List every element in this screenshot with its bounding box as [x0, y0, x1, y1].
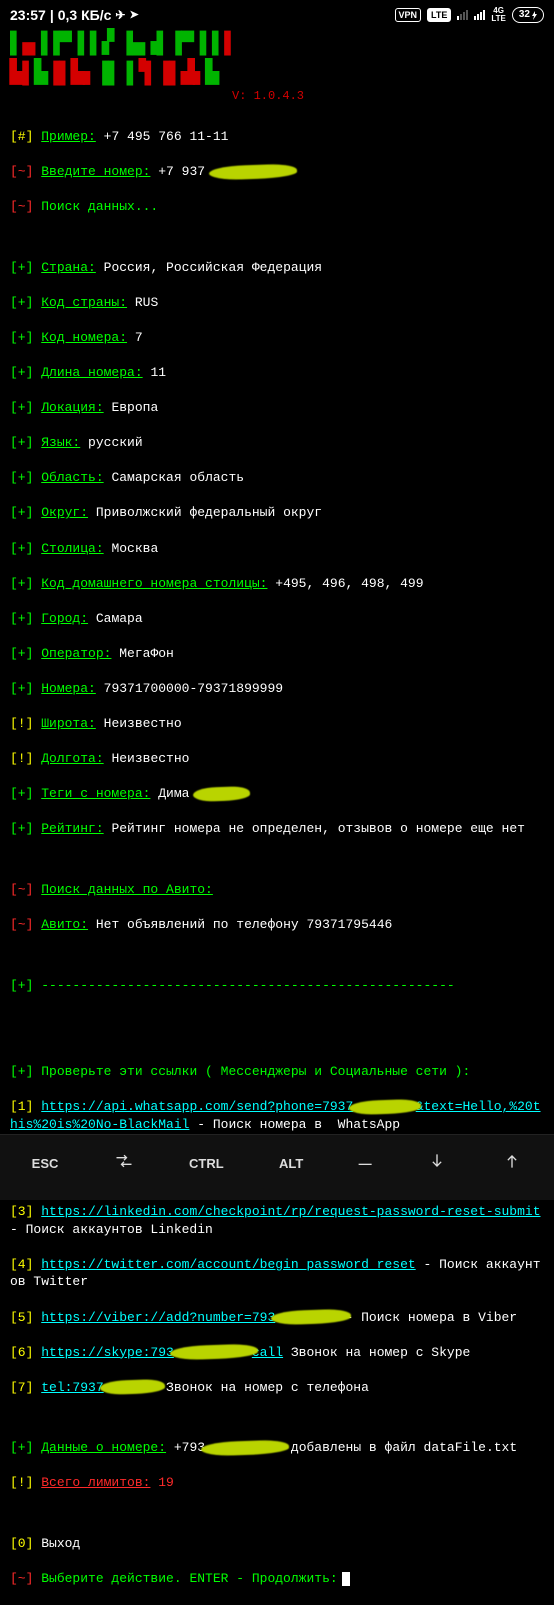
key-esc[interactable]: ESC	[26, 1151, 65, 1177]
redacted	[353, 1098, 415, 1116]
redacted	[174, 1344, 252, 1362]
link-1: [1] https://api.whatsapp.com/send?phone=…	[10, 1098, 544, 1133]
status-right: VPN LTE 4G LTE 32	[395, 7, 545, 23]
net-speed: 0,3 КБ/с	[58, 6, 112, 25]
keyboard-accessory: ESC CTRL ALT —	[0, 1134, 554, 1200]
field-oblast: [+] Область: Самарская область	[10, 469, 544, 487]
redacted	[275, 1309, 345, 1327]
line-searching: [~] Поиск данных...	[10, 198, 544, 216]
bolt-icon	[532, 11, 537, 20]
key-tab-icon[interactable]	[108, 1147, 140, 1180]
link-4: [4] https://twitter.com/account/begin_pa…	[10, 1256, 544, 1291]
arrow-icon: ➤	[129, 8, 138, 23]
link-skype[interactable]: https://skype:793 call	[41, 1345, 283, 1360]
line-input-prompt: [~] Введите номер: +7 937	[10, 163, 544, 181]
key-up-icon[interactable]	[496, 1147, 528, 1180]
root-icon: ✈	[115, 7, 125, 23]
avito-search: [~] Поиск данных по Авито:	[10, 881, 544, 899]
separator: |	[50, 6, 54, 25]
key-ctrl[interactable]: CTRL	[183, 1151, 230, 1177]
choose-line[interactable]: [~] Выберите действие. ENTER - Продолжит…	[10, 1570, 544, 1588]
vpn-badge: VPN	[395, 8, 422, 22]
battery-indicator: 32	[512, 7, 544, 23]
field-range: [+] Номера: 79371700000-79371899999	[10, 680, 544, 698]
app-logo: ▌▄▐▐▀▐▐▗▘▐▄▗▌▐▀▐▐▐ ▙▌▙▐▌▙▖▐▌▐▝▌▐▌▟▖▙	[0, 27, 554, 88]
field-lang: [+] Язык: русский	[10, 434, 544, 452]
status-left: 23:57 | 0,3 КБ/с ✈ ➤	[10, 6, 139, 25]
redacted	[213, 163, 291, 181]
field-city: [+] Город: Самара	[10, 610, 544, 628]
field-home-code: [+] Код домашнего номера столицы: +495, …	[10, 575, 544, 593]
signal-2-icon	[474, 10, 485, 20]
links-heading: [+] Проверьте эти ссылки ( Мессенджеры и…	[10, 1063, 544, 1081]
redacted	[205, 1439, 283, 1457]
field-location: [+] Локация: Европа	[10, 399, 544, 417]
link-viber[interactable]: https://viber://add?number=793	[41, 1310, 345, 1325]
field-okrug: [+] Округ: Приволжский федеральный округ	[10, 504, 544, 522]
field-lon: [!] Долгота: Неизвестно	[10, 750, 544, 768]
field-lat: [!] Широта: Неизвестно	[10, 715, 544, 733]
saved-line: [+] Данные о номере: +793 добавлены в фа…	[10, 1439, 544, 1457]
field-country-code: [+] Код страны: RUS	[10, 294, 544, 312]
line-example: [#] Пример: +7 495 766 11-11	[10, 128, 544, 146]
key-alt[interactable]: ALT	[273, 1151, 309, 1177]
key-down-icon[interactable]	[421, 1147, 453, 1180]
terminal-output: [#] Пример: +7 495 766 11-11 [~] Введите…	[0, 110, 554, 1605]
link-7: [7] tel:7937 Звонок на номер с телефона	[10, 1379, 544, 1397]
field-operator: [+] Оператор: МегаФон	[10, 645, 544, 663]
app-version: V: 1.0.4.3	[232, 88, 554, 110]
exit-line: [0] Выход	[10, 1535, 544, 1553]
link-twitter[interactable]: https://twitter.com/account/begin_passwo…	[41, 1257, 415, 1272]
limits-line: [!] Всего лимитов: 19	[10, 1474, 544, 1492]
link-linkedin[interactable]: https://linkedin.com/checkpoint/rp/reque…	[41, 1204, 540, 1219]
link-5: [5] https://viber://add?number=793 - Пои…	[10, 1309, 544, 1327]
clock: 23:57	[10, 6, 46, 25]
divider: [+] ------------------------------------…	[10, 977, 544, 995]
redacted	[197, 785, 244, 803]
status-bar: 23:57 | 0,3 КБ/с ✈ ➤ VPN LTE 4G LTE 32	[0, 0, 554, 27]
signal-1-icon	[457, 10, 468, 20]
key-dash[interactable]: —	[353, 1151, 378, 1177]
field-country: [+] Страна: Россия, Российская Федерация	[10, 259, 544, 277]
network-gen: 4G LTE	[491, 7, 506, 23]
field-capital: [+] Столица: Москва	[10, 540, 544, 558]
link-6: [6] https://skype:793 call Звонок на ном…	[10, 1344, 544, 1362]
redacted	[104, 1379, 159, 1397]
field-num-code: [+] Код номера: 7	[10, 329, 544, 347]
field-rating: [+] Рейтинг: Рейтинг номера не определен…	[10, 820, 544, 838]
lte-badge: LTE	[427, 8, 451, 22]
link-tel[interactable]: tel:7937	[41, 1380, 158, 1395]
field-num-len: [+] Длина номера: 11	[10, 364, 544, 382]
link-3: [3] https://linkedin.com/checkpoint/rp/r…	[10, 1203, 544, 1238]
cursor-icon	[342, 1572, 350, 1586]
avito-result: [~] Авито: Нет объявлений по телефону 79…	[10, 916, 544, 934]
field-tags: [+] Теги с номера: Дима	[10, 785, 544, 803]
